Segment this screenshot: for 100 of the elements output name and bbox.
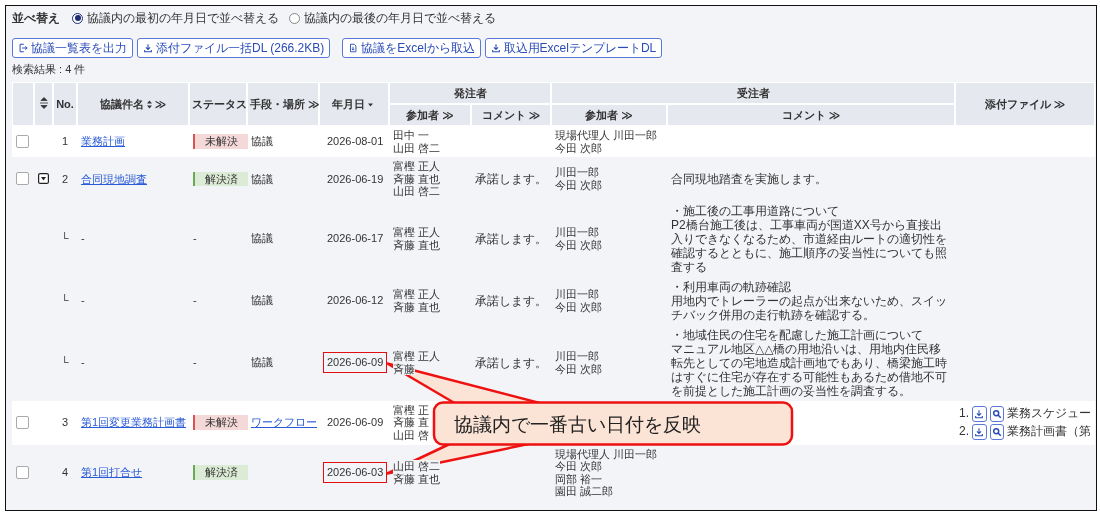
child-row-marker: └ bbox=[61, 232, 69, 245]
preview-button[interactable] bbox=[989, 423, 1004, 440]
attachment-link[interactable]: 業務計画書（第 bbox=[1007, 425, 1091, 438]
radio-label[interactable]: 協議内の最後の年月日で並べ替える bbox=[304, 9, 496, 27]
sort-label: 並べ替え bbox=[12, 9, 60, 27]
column-header[interactable]: 参加者 ≫ bbox=[551, 104, 667, 126]
child-row-marker: └ bbox=[61, 294, 69, 307]
comment-text: 承諾します。 bbox=[475, 355, 547, 370]
search-icon bbox=[991, 426, 1002, 437]
date-text: 2026-06-03 bbox=[323, 462, 388, 483]
comment-text: ・利用車両の軌跡確認 用地内でトレーラーの起点が出来ないため、スイッチバック併用の走行軌跡を確認する。 bbox=[671, 279, 948, 322]
toolbar-button[interactable]: 添付ファイル一括DL (266.2KB) bbox=[137, 38, 331, 58]
radio-button[interactable] bbox=[289, 12, 300, 24]
title-text: - bbox=[81, 294, 85, 307]
comment-text: 承諾します。 bbox=[475, 231, 547, 246]
column-header[interactable]: 年月日 bbox=[332, 97, 365, 110]
title-link[interactable]: 合同現地調査 bbox=[81, 172, 147, 185]
toolbar-button[interactable]: 協議をExcelから取込 bbox=[342, 38, 481, 58]
column-header[interactable]: 手段・場所 ≫ bbox=[247, 82, 319, 126]
column-header: No. bbox=[53, 82, 77, 126]
comment-text: ・地域住民の住宅を配慮した施工計画について マニュアル地区△△橋の用地沿いは、用地内住民移転先としての宅地造成計画地でもあり、橋梁施工時はすぐに住宅が存在する可能性もあるため借地不可を前提とした施工計画の妥当性を調査する。 bbox=[671, 327, 948, 398]
toolbar-button[interactable]: 協議一覧表を出力 bbox=[12, 38, 133, 58]
title-text: - bbox=[81, 232, 85, 245]
column-header[interactable]: 添付ファイル ≫ bbox=[955, 82, 1095, 126]
column-header: 協議件名 bbox=[99, 97, 144, 110]
title-link[interactable]: 第1回打合せ bbox=[81, 466, 143, 479]
column-header[interactable]: コメント ≫ bbox=[667, 104, 955, 126]
result-count: 検索結果 : 4 件 bbox=[12, 62, 87, 77]
participant-name: 富樫 正人 bbox=[393, 288, 441, 301]
preview-button[interactable] bbox=[989, 405, 1004, 422]
participant-name: 富樫 正人 bbox=[393, 350, 441, 363]
comment-text: 合同現地踏査を実施します。 bbox=[671, 171, 828, 186]
export-icon bbox=[18, 43, 28, 53]
column-header[interactable]: コメント ≫ bbox=[471, 104, 551, 126]
participant-name: 川田一郎 bbox=[555, 226, 599, 239]
date-text: 2026-06-12 bbox=[326, 293, 385, 309]
participant-name: 今田 次郎 bbox=[555, 460, 603, 473]
column-expand-toggle[interactable]: ≫ bbox=[154, 97, 167, 110]
child-row-marker: └ bbox=[61, 356, 69, 369]
collapse-toggle-icon[interactable] bbox=[38, 173, 49, 185]
method-text: 協議 bbox=[251, 356, 273, 369]
row-number: 4 bbox=[61, 466, 69, 479]
status-text: - bbox=[193, 294, 197, 307]
search-icon bbox=[991, 408, 1002, 419]
title-text: - bbox=[81, 356, 85, 369]
status-badge: 未解決 bbox=[193, 415, 248, 430]
row-number: 2 bbox=[61, 172, 69, 185]
file-import-icon bbox=[348, 43, 359, 53]
method-text: 協議 bbox=[251, 135, 273, 148]
column-group-header: 発注者 bbox=[389, 82, 551, 104]
participant-name: 川田一郎 bbox=[555, 350, 599, 363]
comment-text: 承諾します。 bbox=[475, 293, 547, 308]
attachment-index: 2. bbox=[959, 425, 969, 438]
participant-name: 現場代理人 川田一郎 bbox=[555, 129, 658, 142]
participant-name: 山田 啓二 bbox=[393, 460, 441, 473]
comment-text: ・施工後の工事用道路について P2橋台施工後は、工事車両が国道XX号から直接出入りできなくなるため、市道経由ルートの適切性を確認するとともに、施工順序の妥当性についても照査する bbox=[671, 203, 948, 274]
participant-name: 富樫 正人 bbox=[393, 160, 441, 173]
download-icon bbox=[974, 426, 985, 437]
download-icon bbox=[974, 408, 985, 419]
participant-name: 現場代理人 川田一郎 bbox=[555, 447, 658, 460]
row-checkbox[interactable] bbox=[16, 466, 29, 479]
status-text: - bbox=[193, 356, 197, 369]
date-text: 2026-06-09 bbox=[326, 415, 385, 431]
participant-name: 川田一郎 bbox=[555, 166, 599, 179]
radio-label[interactable]: 協議内の最初の年月日で並べ替える bbox=[87, 9, 279, 27]
download-button[interactable] bbox=[972, 405, 987, 422]
method-text: 協議 bbox=[251, 294, 273, 307]
download-icon bbox=[490, 43, 501, 53]
method-text: 協議 bbox=[251, 172, 273, 185]
participant-name: 園田 誠二郎 bbox=[555, 485, 614, 498]
row-checkbox[interactable] bbox=[16, 416, 29, 429]
status-badge: 未解決 bbox=[193, 134, 248, 149]
participant-name: 川田一郎 bbox=[555, 288, 599, 301]
participant-name: 田中 一 bbox=[393, 129, 430, 142]
participant-name: 斉藤 直 bbox=[393, 416, 430, 429]
column-group-header: 受注者 bbox=[551, 82, 955, 104]
row-number: 1 bbox=[61, 135, 69, 148]
status-text: - bbox=[193, 232, 197, 245]
row-checkbox[interactable] bbox=[16, 172, 29, 186]
participant-name: 富樫 正人 bbox=[393, 226, 441, 239]
date-text: 2026-06-09 bbox=[323, 352, 388, 373]
row-number: 3 bbox=[61, 416, 69, 429]
title-link[interactable]: 業務計画 bbox=[81, 135, 125, 148]
date-text: 2026-06-19 bbox=[326, 171, 385, 187]
toolbar-button[interactable]: 取込用ExcelテンプレートDL bbox=[484, 38, 663, 58]
date-text: 2026-06-17 bbox=[326, 231, 385, 247]
participant-name: 山田 啓二 bbox=[393, 185, 441, 198]
row-checkbox[interactable] bbox=[16, 135, 29, 148]
participant-name: 富樫 正 bbox=[393, 403, 430, 417]
sort-icon[interactable] bbox=[145, 100, 153, 110]
status-badge: 解決済 bbox=[193, 171, 248, 186]
attachment-index: 1. bbox=[959, 407, 969, 420]
download-icon bbox=[143, 43, 153, 53]
radio-button[interactable] bbox=[72, 12, 83, 24]
download-button[interactable] bbox=[972, 423, 987, 440]
date-text: 2026-08-01 bbox=[326, 134, 385, 150]
expand-all-icon[interactable] bbox=[38, 97, 49, 109]
attachment-link[interactable]: 業務スケジュー bbox=[1007, 407, 1091, 420]
column-header: ステータス bbox=[189, 82, 247, 126]
column-header[interactable]: 参加者 ≫ bbox=[389, 104, 471, 126]
